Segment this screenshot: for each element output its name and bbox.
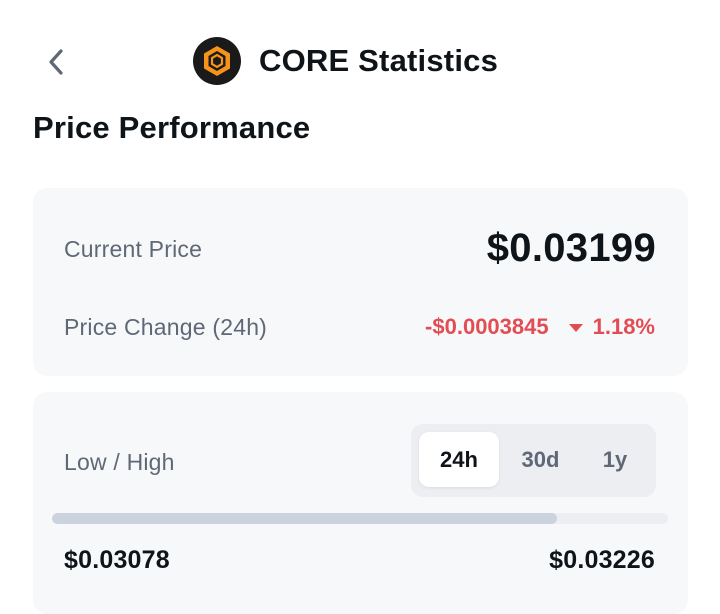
price-change-percent: 1.18% xyxy=(592,314,655,339)
price-card: Current Price $0.03199 Price Change (24h… xyxy=(33,188,688,376)
low-price-value: $0.03078 xyxy=(64,546,170,574)
section-title: Price Performance xyxy=(33,110,311,145)
low-high-label: Low / High xyxy=(64,449,175,475)
triangle-down-icon xyxy=(568,324,583,332)
price-change-absolute: -$0.0003845 xyxy=(425,314,549,339)
header: CORE Statistics xyxy=(0,0,720,120)
back-button[interactable] xyxy=(34,40,78,84)
chevron-left-icon xyxy=(49,49,63,75)
title-group: CORE Statistics xyxy=(193,36,498,86)
tab-24h[interactable]: 24h xyxy=(419,432,499,487)
timeframe-tabs: 24h 30d 1y xyxy=(411,424,656,497)
core-logo xyxy=(193,37,241,85)
current-price-value: $0.03199 xyxy=(486,226,656,270)
low-high-range-bar xyxy=(52,513,668,524)
price-change: -$0.0003845 1.18% xyxy=(425,314,655,340)
tab-1y[interactable]: 1y xyxy=(581,432,649,487)
price-change-label: Price Change (24h) xyxy=(64,314,268,340)
core-hexagon-logo-icon xyxy=(204,46,230,76)
page-title: CORE Statistics xyxy=(259,43,499,78)
low-high-card: Low / High 24h 30d 1y $0.03078 $0.03226 xyxy=(33,392,688,614)
range-bar-fill xyxy=(52,513,558,524)
high-price-value: $0.03226 xyxy=(549,546,655,574)
current-price-label: Current Price xyxy=(64,236,203,262)
tab-30d[interactable]: 30d xyxy=(503,432,578,487)
